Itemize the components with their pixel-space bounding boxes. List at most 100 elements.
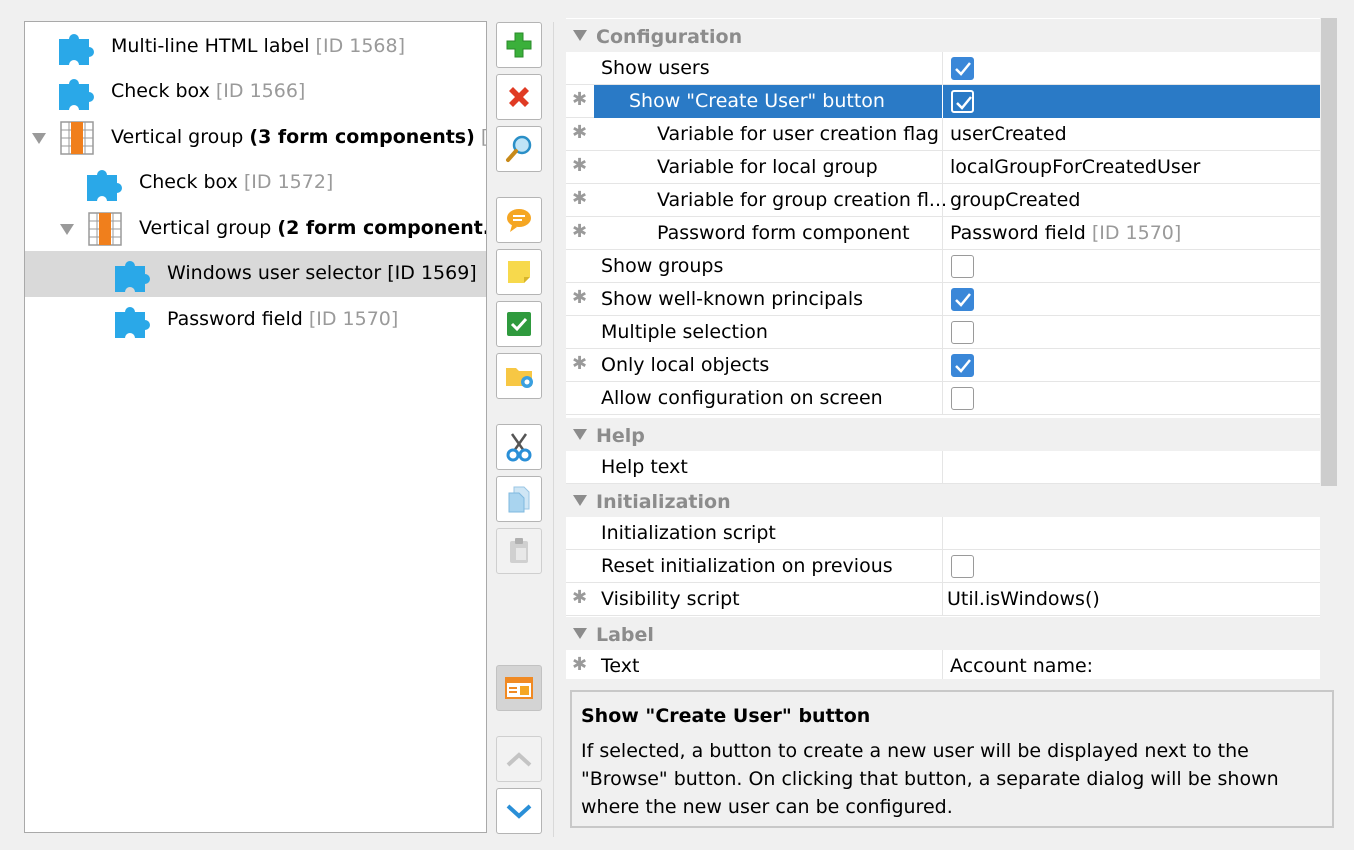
delete-button[interactable] — [496, 74, 542, 120]
property-value[interactable]: localGroupForCreatedUser — [942, 151, 1320, 184]
property-row-allow-configuration[interactable]: Allow configuration on screen — [566, 382, 1320, 415]
tree-item-id: [... — [481, 126, 486, 148]
property-row-multiple-selection[interactable]: Multiple selection — [566, 316, 1320, 349]
property-value[interactable] — [942, 451, 1320, 484]
property-value[interactable] — [942, 517, 1320, 550]
collapse-arrow-icon[interactable] — [573, 495, 587, 506]
modified-indicator: ✱ — [572, 353, 588, 374]
property-name: Variable for user creation flag — [657, 123, 939, 145]
property-row-show-users[interactable]: Show users — [566, 52, 1320, 85]
property-row-help-text[interactable]: Help text — [566, 451, 1320, 484]
property-value[interactable]: Account name: — [942, 650, 1320, 679]
collapse-arrow-icon[interactable] — [573, 628, 587, 639]
category-configuration[interactable]: Configuration — [566, 19, 1320, 52]
show-well-known-principals-checkbox[interactable] — [951, 288, 974, 311]
category-label: Label — [596, 624, 654, 646]
property-row-local-group[interactable]: ✱ Variable for local group localGroupFor… — [566, 151, 1320, 184]
collapse-arrow-icon[interactable] — [573, 429, 587, 440]
allow-configuration-checkbox[interactable] — [951, 387, 974, 410]
only-local-objects-checkbox[interactable] — [951, 354, 974, 377]
tree-item-password-field[interactable]: Password field [ID 1570] — [25, 297, 486, 343]
tree-item-check-box[interactable]: Check box [ID 1566] — [25, 69, 486, 115]
property-row-show-well-known-principals[interactable]: ✱ Show well-known principals — [566, 283, 1320, 316]
paste-button[interactable] — [496, 528, 542, 574]
property-value[interactable] — [942, 250, 1320, 283]
tree-item-vertical-group-nested[interactable]: Vertical group (2 form component... — [25, 206, 486, 252]
property-grid-scrollbar[interactable] — [1321, 18, 1337, 679]
add-button[interactable] — [496, 22, 542, 68]
tree-item-vertical-group[interactable]: Vertical group (3 form components) [... — [25, 115, 486, 161]
puzzle-icon — [87, 170, 122, 201]
property-row-user-creation-flag[interactable]: ✱ Variable for user creation flag userCr… — [566, 118, 1320, 151]
property-row-reset-initialization[interactable]: Reset initialization on previous — [566, 550, 1320, 583]
property-name: Show "Create User" button — [629, 90, 885, 112]
move-up-icon — [506, 752, 532, 767]
property-value[interactable] — [942, 349, 1320, 382]
tree-item-multiline-html-label[interactable]: Multi-line HTML label [ID 1568] — [25, 24, 486, 70]
property-value[interactable] — [942, 316, 1320, 349]
property-row-show-create-user-button[interactable]: ✱ Show "Create User" button — [566, 85, 1320, 118]
tree-item-label: Vertical group — [111, 126, 244, 148]
property-value[interactable]: Util.isWindows() — [942, 583, 1320, 616]
property-value[interactable] — [942, 550, 1320, 583]
property-value[interactable]: Password field [ID 1570] — [942, 217, 1320, 250]
property-value-id: [ID 1570] — [1091, 222, 1182, 244]
property-row-show-groups[interactable]: Show groups — [566, 250, 1320, 283]
help-panel: Show "Create User" button If selected, a… — [570, 690, 1334, 828]
property-value[interactable] — [942, 283, 1320, 316]
show-create-user-checkbox[interactable] — [951, 90, 974, 113]
scrollbar-thumb[interactable] — [1321, 18, 1337, 486]
property-value[interactable]: groupCreated — [942, 184, 1320, 217]
property-name: Show groups — [601, 255, 724, 277]
magnifier-icon — [506, 135, 532, 162]
paste-icon — [510, 538, 528, 563]
tree-item-check-box-nested[interactable]: Check box [ID 1572] — [25, 160, 486, 206]
tree-item-windows-user-selector[interactable]: Windows user selector [ID 1569] — [25, 251, 486, 297]
expand-arrow-icon[interactable] — [60, 224, 74, 235]
move-up-button[interactable] — [496, 736, 542, 782]
reset-initialization-checkbox[interactable] — [951, 555, 974, 578]
property-value[interactable]: userCreated — [942, 118, 1320, 151]
property-row-text[interactable]: ✱ Text Account name: — [566, 650, 1320, 679]
property-row-group-creation-flag[interactable]: ✱ Variable for group creation fl... grou… — [566, 184, 1320, 217]
property-row-initialization-script[interactable]: Initialization script — [566, 517, 1320, 550]
component-tree[interactable]: Multi-line HTML label [ID 1568] Check bo… — [24, 21, 487, 833]
show-users-checkbox[interactable] — [951, 57, 974, 80]
comment-button[interactable] — [496, 197, 542, 243]
checkmark-icon — [955, 293, 971, 307]
category-label: Help — [596, 425, 645, 447]
property-value[interactable] — [942, 85, 1320, 118]
move-down-button[interactable] — [496, 788, 542, 834]
search-button[interactable] — [496, 126, 542, 172]
panel-divider[interactable] — [553, 22, 554, 837]
delete-icon — [509, 87, 529, 107]
property-name: Visibility script — [601, 588, 740, 610]
property-row-only-local-objects[interactable]: ✱ Only local objects — [566, 349, 1320, 382]
note-button[interactable] — [496, 249, 542, 295]
tree-item-label: Vertical group — [139, 217, 272, 239]
modified-indicator: ✱ — [572, 89, 588, 110]
copy-icon — [508, 486, 530, 513]
layout-button[interactable] — [496, 665, 542, 711]
category-initialization[interactable]: Initialization — [566, 484, 1320, 517]
category-label-section[interactable]: Label — [566, 617, 1320, 650]
property-row-visibility-script[interactable]: ✱ Visibility script Util.isWindows() — [566, 583, 1320, 616]
property-value[interactable] — [942, 382, 1320, 415]
multiple-selection-checkbox[interactable] — [951, 321, 974, 344]
expand-arrow-icon[interactable] — [32, 133, 46, 144]
modified-indicator: ✱ — [572, 654, 588, 675]
folder-settings-button[interactable] — [496, 353, 542, 399]
show-groups-checkbox[interactable] — [951, 255, 974, 278]
validate-button[interactable] — [496, 301, 542, 347]
tree-item-id: [ID 1566] — [215, 80, 306, 102]
help-title: Show "Create User" button — [581, 705, 871, 727]
cut-button[interactable] — [496, 424, 542, 470]
property-name: Allow configuration on screen — [601, 387, 883, 409]
property-row-password-form-component[interactable]: ✱ Password form component Password field… — [566, 217, 1320, 250]
note-icon — [508, 261, 530, 283]
property-value[interactable] — [942, 52, 1320, 85]
collapse-arrow-icon[interactable] — [573, 30, 587, 41]
category-help[interactable]: Help — [566, 418, 1320, 451]
copy-button[interactable] — [496, 476, 542, 522]
property-grid[interactable]: Configuration Show users ✱ Show "Create … — [566, 18, 1320, 679]
